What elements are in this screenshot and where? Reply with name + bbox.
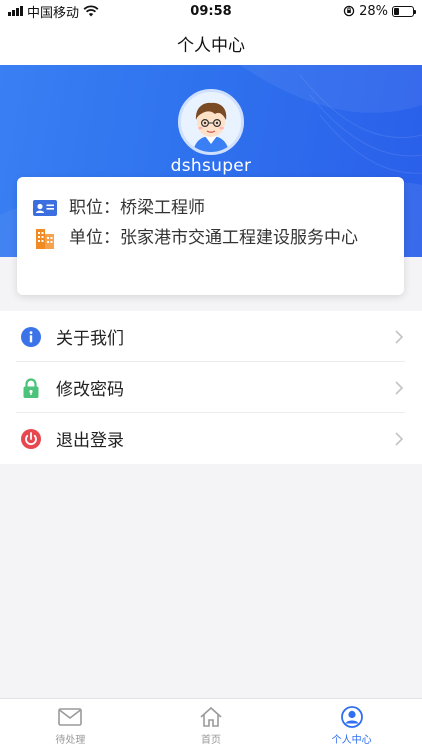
user-icon (340, 706, 363, 728)
chevron-right-icon (395, 380, 404, 395)
wifi-icon (83, 5, 99, 17)
status-time: 09:58 (190, 3, 232, 19)
bottom-tab-bar: 待处理 首页 个人中心 (0, 698, 422, 750)
orientation-lock-icon (343, 5, 355, 17)
tab-label: 首页 (201, 735, 221, 746)
tab-label: 个人中心 (331, 735, 372, 746)
nav-bar: 个人中心 (0, 22, 422, 65)
info-icon (21, 326, 41, 347)
home-icon (200, 706, 222, 727)
menu-item-about[interactable]: 关于我们 (0, 311, 422, 362)
tab-profile[interactable]: 个人中心 (281, 699, 422, 750)
status-left: 中国移动 (8, 2, 99, 21)
menu-item-label: 退出登录 (56, 431, 124, 451)
signal-icon (8, 6, 23, 16)
status-bar: 中国移动 09:58 28% (0, 0, 422, 22)
avatar[interactable] (178, 89, 244, 155)
menu-item-logout[interactable]: 退出登录 (0, 413, 422, 464)
username: dshsuper (170, 156, 252, 176)
battery-percent: 28% (359, 3, 388, 19)
settings-menu: 关于我们 修改密码 退出登录 (0, 311, 422, 464)
tab-pending[interactable]: 待处理 (0, 699, 141, 750)
battery-icon (392, 5, 416, 17)
menu-item-change-password[interactable]: 修改密码 (0, 362, 422, 413)
info-card: 职位：桥梁工程师 单位：张家港市交通工程建设服务中心 (17, 177, 404, 295)
unit-text: 单位：张家港市交通工程建设服务中心 (69, 228, 358, 248)
tab-label: 待处理 (55, 735, 86, 746)
menu-item-label: 修改密码 (56, 380, 124, 400)
menu-item-label: 关于我们 (56, 329, 124, 349)
chevron-right-icon (395, 329, 404, 344)
id-card-icon (33, 200, 57, 216)
lock-icon (23, 377, 39, 398)
tab-home[interactable]: 首页 (141, 699, 282, 750)
position-row: 职位：桥梁工程师 (31, 193, 390, 223)
avatar-cartoon-icon (181, 92, 241, 152)
carrier-label: 中国移动 (27, 5, 80, 21)
unit-row: 单位：张家港市交通工程建设服务中心 (31, 223, 390, 253)
chevron-right-icon (395, 431, 404, 446)
power-icon (21, 428, 41, 449)
position-text: 职位：桥梁工程师 (69, 198, 205, 218)
status-right: 28% (343, 3, 416, 19)
mail-icon (58, 708, 83, 726)
building-icon (36, 229, 54, 249)
page-title: 个人中心 (177, 36, 245, 56)
